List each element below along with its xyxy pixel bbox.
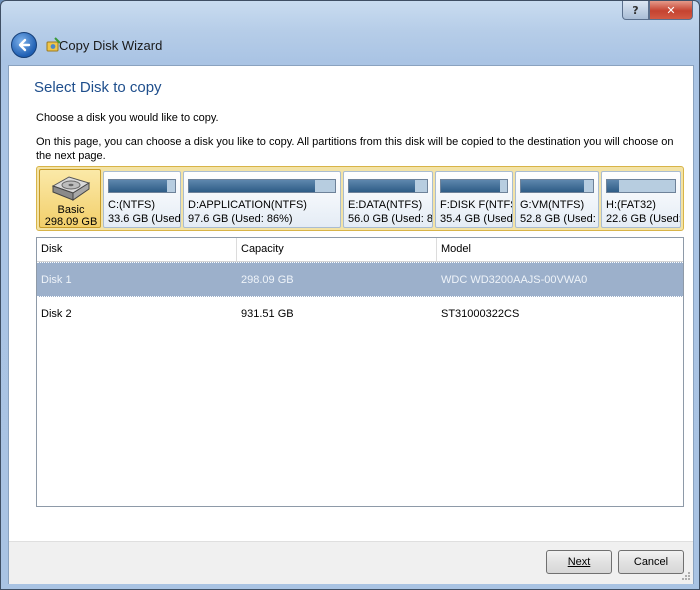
window-title: Copy Disk Wizard <box>59 38 163 53</box>
column-header-disk[interactable]: Disk <box>37 238 237 261</box>
back-arrow-icon <box>18 38 31 52</box>
close-button[interactable]: ✕ <box>649 1 693 20</box>
partition-name: C:(NTFS) <box>108 199 156 211</box>
cancel-button[interactable]: Cancel <box>618 550 684 574</box>
disk-size: 298.09 GB <box>44 216 98 228</box>
partition-h[interactable]: H:(FAT32) 22.6 GB (Used: ... <box>601 171 681 228</box>
disk-table: Disk Capacity Model Disk 1 298.09 GB WDC… <box>36 237 684 507</box>
partition-usage-bar <box>348 179 428 193</box>
partition-usage-fill <box>349 180 416 192</box>
partition-d[interactable]: D:APPLICATION(NTFS) 97.6 GB (Used: 86%) <box>183 171 341 228</box>
partition-info: 22.6 GB (Used: ... <box>606 213 681 225</box>
partition-usage-fill <box>189 180 315 192</box>
partition-usage-bar <box>606 179 676 193</box>
column-header-model[interactable]: Model <box>437 238 683 261</box>
resize-grip-icon[interactable] <box>681 571 691 581</box>
cell-capacity: 298.09 GB <box>241 274 294 286</box>
cell-model: WDC WD3200AAJS-00VWA0 <box>441 274 588 286</box>
hard-disk-icon <box>51 176 91 201</box>
disk-type: Basic <box>57 204 85 216</box>
partition-f[interactable]: F:DISK F(NTFS) 35.4 GB (Used: ... <box>435 171 513 228</box>
partition-c[interactable]: C:(NTFS) 33.6 GB (Used: ... <box>103 171 181 228</box>
partition-info: 35.4 GB (Used: ... <box>440 213 513 225</box>
wizard-page: Select Disk to copy Choose a disk you wo… <box>8 65 694 584</box>
partition-name: G:VM(NTFS) <box>520 199 585 211</box>
partition-usage-fill <box>441 180 501 192</box>
partition-name: F:DISK F(NTFS) <box>440 199 512 211</box>
partition-usage-bar <box>440 179 508 193</box>
table-row[interactable]: Disk 1 298.09 GB WDC WD3200AAJS-00VWA0 <box>37 262 683 297</box>
partition-name: E:DATA(NTFS) <box>348 199 423 211</box>
partition-info: 56.0 GB (Used: 8... <box>348 213 433 225</box>
partition-usage-fill <box>521 180 585 192</box>
help-button[interactable]: ? <box>622 1 649 20</box>
cell-capacity: 931.51 GB <box>241 308 294 320</box>
partition-info: 52.8 GB (Used: ... <box>520 213 598 225</box>
table-header: Disk Capacity Model <box>37 238 683 262</box>
disk-map-disk[interactable]: Basic 298.09 GB <box>39 169 101 228</box>
partition-info: 97.6 GB (Used: 86%) <box>188 213 293 225</box>
column-header-capacity[interactable]: Capacity <box>237 238 437 261</box>
disk-map-disk-label: Basic 298.09 GB <box>40 204 102 228</box>
partition-usage-bar <box>188 179 336 193</box>
back-button[interactable] <box>11 32 37 58</box>
partition-usage-bar <box>520 179 594 193</box>
cell-model: ST31000322CS <box>441 308 520 320</box>
table-row[interactable]: Disk 2 931.51 GB ST31000322CS <box>37 297 683 332</box>
page-heading: Select Disk to copy <box>34 79 162 96</box>
partition-usage-bar <box>108 179 176 193</box>
title-buttons: ? ✕ <box>622 1 693 20</box>
page-subtitle: Choose a disk you would like to copy. <box>36 112 219 124</box>
next-button[interactable]: Next <box>546 550 612 574</box>
cell-disk: Disk 2 <box>41 308 72 320</box>
page-description: On this page, you can choose a disk you … <box>36 136 674 162</box>
partition-g[interactable]: G:VM(NTFS) 52.8 GB (Used: ... <box>515 171 599 228</box>
partition-info: 33.6 GB (Used: ... <box>108 213 181 225</box>
partition-usage-fill <box>109 180 168 192</box>
partition-e[interactable]: E:DATA(NTFS) 56.0 GB (Used: 8... <box>343 171 433 228</box>
cell-disk: Disk 1 <box>41 274 72 286</box>
partition-name: D:APPLICATION(NTFS) <box>188 199 307 211</box>
wizard-window: ? ✕ Copy Disk Wizard Select Disk to copy… <box>0 0 700 590</box>
disk-map: Basic 298.09 GB C:(NTFS) 33.6 GB (Used: … <box>36 166 684 231</box>
next-button-label: Next <box>567 556 591 568</box>
partition-name: H:(FAT32) <box>606 199 656 211</box>
partition-usage-fill <box>607 180 620 192</box>
